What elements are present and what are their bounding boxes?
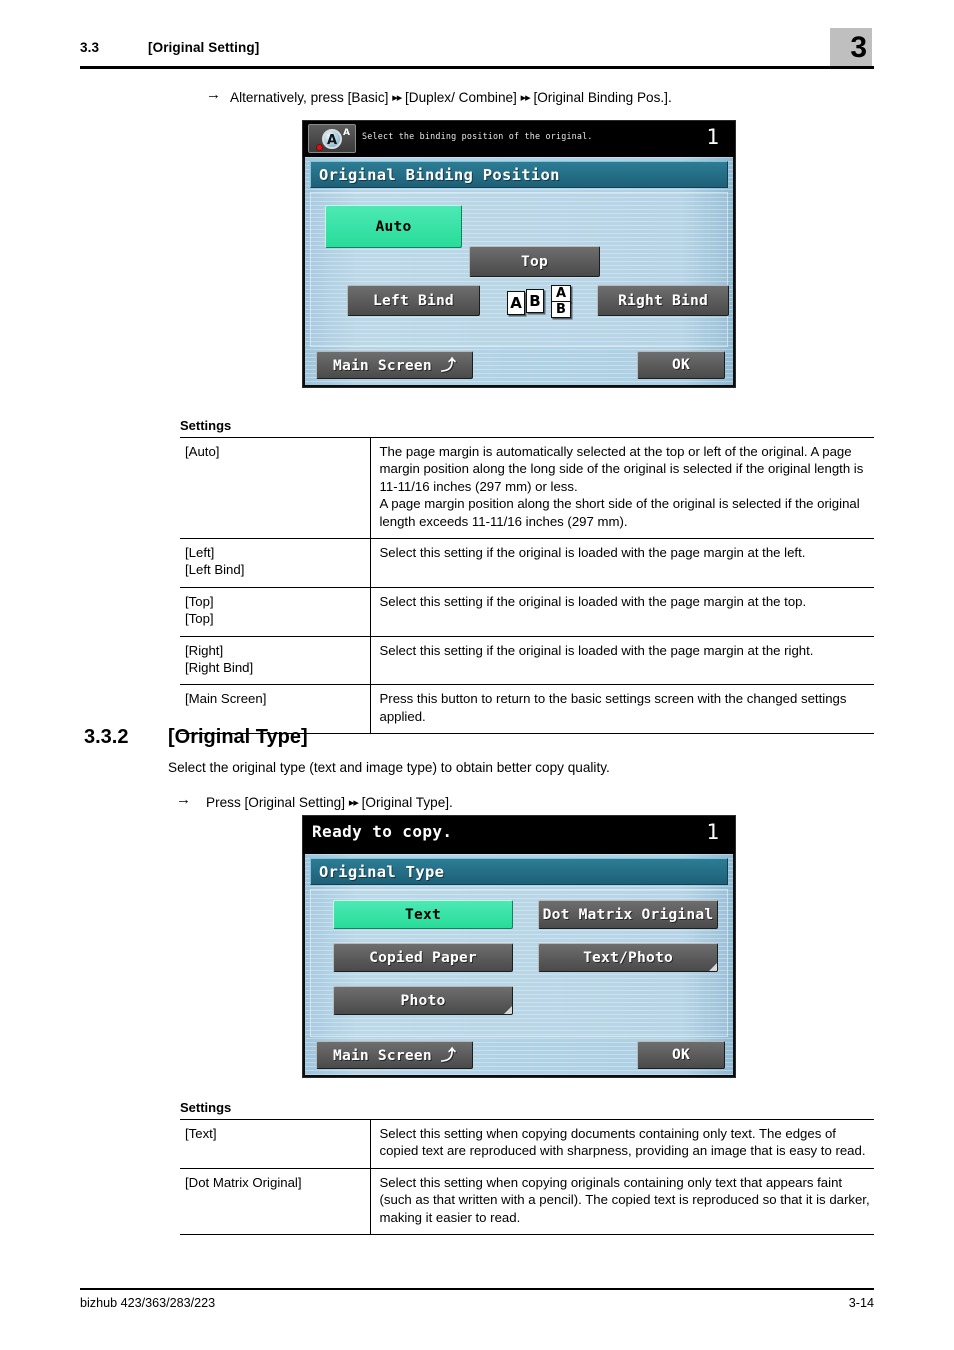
header-section-number: 3.3 [80, 40, 100, 55]
lcd-status-message-2: Ready to copy. [312, 822, 453, 841]
lcd-screen-area: Original Binding Position Auto Top Left … [303, 157, 735, 387]
table-cell-value: Press this button to return to the basic… [370, 684, 874, 735]
header-rule [80, 66, 874, 69]
lcd-screen-title: Original Binding Position [310, 161, 728, 188]
section-step-text-after: [Original Type]. [361, 795, 453, 810]
lcd-copy-count: 1 [706, 125, 719, 149]
double-arrow-icon-1: ▸▸ [392, 92, 402, 104]
lcd-screenshot-binding-position: A A Select the binding position of the o… [302, 120, 736, 388]
button-main-screen-label-2: Main Screen [332, 1047, 432, 1064]
lcd-footer-area: Main Screen ⤴ OK [310, 351, 728, 381]
button-left-bind[interactable]: Left Bind [347, 285, 480, 316]
button-photo[interactable]: Photo [333, 986, 513, 1015]
return-arrow-icon-2: ⤴ [440, 1046, 457, 1064]
table-row: [Top] [Top] Select this setting if the or… [180, 586, 874, 637]
original-scan-icon: A A [308, 124, 356, 153]
header-section-title: [Original Setting] [148, 40, 260, 55]
original-scan-icon-letter: A [322, 129, 342, 149]
button-right-bind[interactable]: Right Bind [597, 285, 729, 316]
button-ok-2[interactable]: OK [637, 1041, 725, 1069]
lcd-button-area: Auto Top Left Bind Right Bind A B A B [310, 192, 729, 347]
intro-step-text-middle: [Duplex/ Combine] [405, 90, 517, 105]
lcd-copy-count-2: 1 [706, 820, 719, 844]
double-arrow-icon-2: ▸▸ [520, 92, 531, 104]
lcd-status-bar-2: Ready to copy. 1 [303, 816, 735, 854]
table-row: [Left] [Left Bind] Select this setting if… [180, 538, 874, 588]
section-description-332: Select the original type (text and image… [168, 760, 610, 775]
table-cell-value: Select this setting if the original is l… [370, 586, 874, 637]
running-header: 3.3 [Original Setting] 3 [0, 28, 954, 78]
lcd-status-bar: A A Select the binding position of the o… [303, 121, 735, 157]
table-row: [Dot Matrix Original] Select this settin… [180, 1167, 874, 1236]
diagram-sheet-a: A [507, 291, 525, 315]
section-number-332: 3.3.2 [84, 726, 129, 748]
intro-step-text: Alternatively, press [Basic] ▸▸ [Duplex/… [230, 88, 672, 109]
button-text-photo[interactable]: Text/Photo [538, 943, 718, 972]
diagram-sheet-b: B [526, 289, 544, 313]
button-photo-label: Photo [400, 992, 446, 1009]
button-ok[interactable]: OK [637, 351, 725, 379]
section-step-text-before: Press [Original Setting] [206, 795, 346, 810]
table-cell-value: Select this setting when copying origina… [370, 1167, 874, 1236]
button-auto[interactable]: Auto [325, 205, 462, 248]
table-row: [Text] Select this setting when copying … [180, 1119, 874, 1169]
step-arrow-icon-2: → [176, 791, 191, 808]
lcd-screenshot-original-type: Ready to copy. 1 Original Type Text Dot … [302, 815, 736, 1078]
submenu-corner-icon-2 [504, 1006, 512, 1014]
table-cell-key: [Right] [Right Bind] [180, 635, 371, 685]
double-arrow-icon-3: ▸▸ [348, 797, 359, 809]
submenu-corner-icon [709, 963, 717, 971]
document-page: 3.3 [Original Setting] 3 → Alternatively… [0, 0, 954, 1350]
intro-step-text-after: [Original Binding Pos.]. [533, 90, 672, 105]
settings-table-2-label: Settings [180, 1100, 232, 1115]
button-text-photo-label: Text/Photo [583, 949, 673, 966]
table-cell-value: Select this setting when copying documen… [370, 1119, 874, 1169]
button-main-screen-label: Main Screen [332, 357, 432, 374]
table-cell-key: [Text] [180, 1119, 371, 1169]
button-main-screen-2[interactable]: Main Screen ⤴ [316, 1041, 473, 1069]
table-cell-key: [Top] [Top] [180, 586, 371, 637]
diagram-sheet-b-bottom: B [551, 301, 571, 318]
section-step-text-332: Press [Original Setting] ▸▸ [Original Ty… [206, 793, 453, 814]
chapter-badge: 3 [830, 28, 872, 68]
button-dot-matrix-original[interactable]: Dot Matrix Original [538, 900, 718, 929]
lcd-button-area-2: Text Dot Matrix Original Copied Paper Te… [310, 889, 728, 1037]
table-cell-value: Select this setting if the original is l… [370, 635, 874, 685]
footer-rule [80, 1288, 874, 1290]
table-cell-value: Select this setting if the original is l… [370, 538, 874, 588]
original-scan-icon-indicator [316, 144, 323, 151]
table-cell-key: [Auto] [180, 436, 371, 539]
return-arrow-icon: ⤴ [440, 356, 457, 374]
lcd-status-message: Select the binding position of the origi… [362, 131, 593, 141]
button-copied-paper[interactable]: Copied Paper [333, 943, 513, 972]
button-top[interactable]: Top [469, 246, 600, 277]
original-scan-icon-superscript: A [343, 128, 350, 138]
lcd-footer-area-2: Main Screen ⤴ OK [310, 1041, 728, 1071]
table-row: [Auto] The page margin is automatically … [180, 436, 874, 539]
intro-step-text-before: Alternatively, press [Basic] [230, 90, 389, 105]
section-title-332: [Original Type] [168, 726, 308, 748]
lcd-screen-title-2: Original Type [310, 858, 728, 885]
table-row: [Right] [Right Bind] Select this setting … [180, 635, 874, 685]
diagram-sheet-a-top: A [551, 285, 571, 302]
step-arrow-icon: → [206, 86, 221, 103]
button-text[interactable]: Text [333, 900, 513, 929]
lcd-screen-area-2: Original Type Text Dot Matrix Original C… [303, 854, 735, 1077]
table-cell-key: [Dot Matrix Original] [180, 1167, 371, 1236]
table-cell-value: The page margin is automatically selecte… [370, 436, 874, 539]
footer-page-number: 3-14 [848, 1296, 874, 1310]
settings-table-1-label: Settings [180, 418, 232, 433]
settings-table-1: [Auto] The page margin is automatically … [180, 436, 874, 735]
original-orientation-diagram: A B A B [507, 285, 577, 323]
settings-table-2: [Text] Select this setting when copying … [180, 1119, 874, 1236]
button-main-screen[interactable]: Main Screen ⤴ [316, 351, 473, 379]
table-cell-key: [Left] [Left Bind] [180, 538, 371, 588]
